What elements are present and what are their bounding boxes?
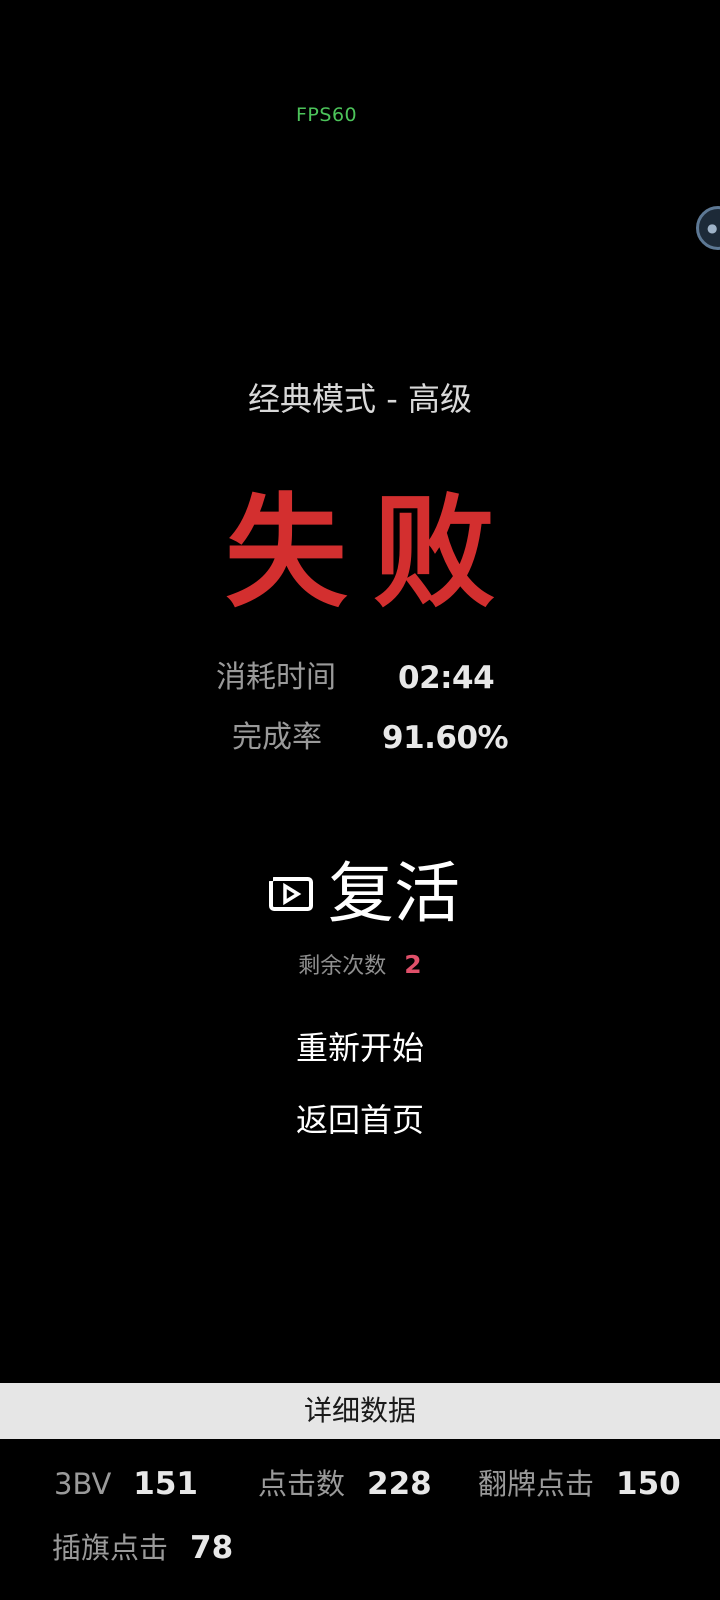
detail-label: 3BV — [54, 1467, 112, 1501]
fps-counter: FPS60 — [296, 104, 358, 126]
game-over-screen: FPS60 ● 经典模式 - 高级 失败 消耗时间 02:44 完成率 91.6… — [0, 0, 720, 1600]
detail-label: 点击数 — [258, 1467, 346, 1501]
stat-value: 02:44 — [398, 660, 495, 696]
detail-value: 151 — [133, 1466, 199, 1502]
home-button[interactable]: 返回首页 — [0, 1096, 720, 1144]
detail-item-flag-clicks: 插旗点击 78 — [52, 1526, 233, 1570]
revive-button[interactable]: 复活 — [268, 852, 478, 936]
stat-value: 91.60% — [382, 720, 509, 756]
detail-label: 插旗点击 — [52, 1531, 169, 1565]
restart-button[interactable]: 重新开始 — [0, 1024, 720, 1072]
floating-ball-icon: ● — [707, 221, 718, 235]
detail-value: 150 — [616, 1466, 681, 1502]
mode-title: 经典模式 - 高级 — [248, 380, 472, 418]
detail-value: 228 — [367, 1466, 432, 1502]
video-ad-icon — [269, 877, 313, 911]
detail-value: 78 — [190, 1530, 234, 1566]
stat-row-time: 消耗时间 02:44 — [0, 656, 720, 700]
detail-item-reveal-clicks: 翻牌点击 150 — [478, 1462, 681, 1506]
stat-label: 消耗时间 — [216, 660, 336, 695]
stat-label: 完成率 — [232, 720, 322, 755]
detail-item-clicks: 点击数 228 — [258, 1462, 432, 1506]
remaining-label: 剩余次数 — [298, 954, 387, 979]
floating-assistant-ball[interactable]: ● — [696, 206, 720, 250]
revive-label: 复活 — [328, 855, 460, 932]
revive-remaining: 剩余次数 2 — [0, 948, 720, 984]
detail-item-3bv: 3BV 151 — [54, 1462, 198, 1506]
detail-label: 翻牌点击 — [478, 1467, 595, 1501]
result-title: 失败 — [225, 482, 521, 624]
remaining-count: 2 — [404, 950, 422, 979]
stat-row-completion: 完成率 91.60% — [0, 716, 720, 760]
details-header[interactable]: 详细数据 — [0, 1383, 720, 1439]
